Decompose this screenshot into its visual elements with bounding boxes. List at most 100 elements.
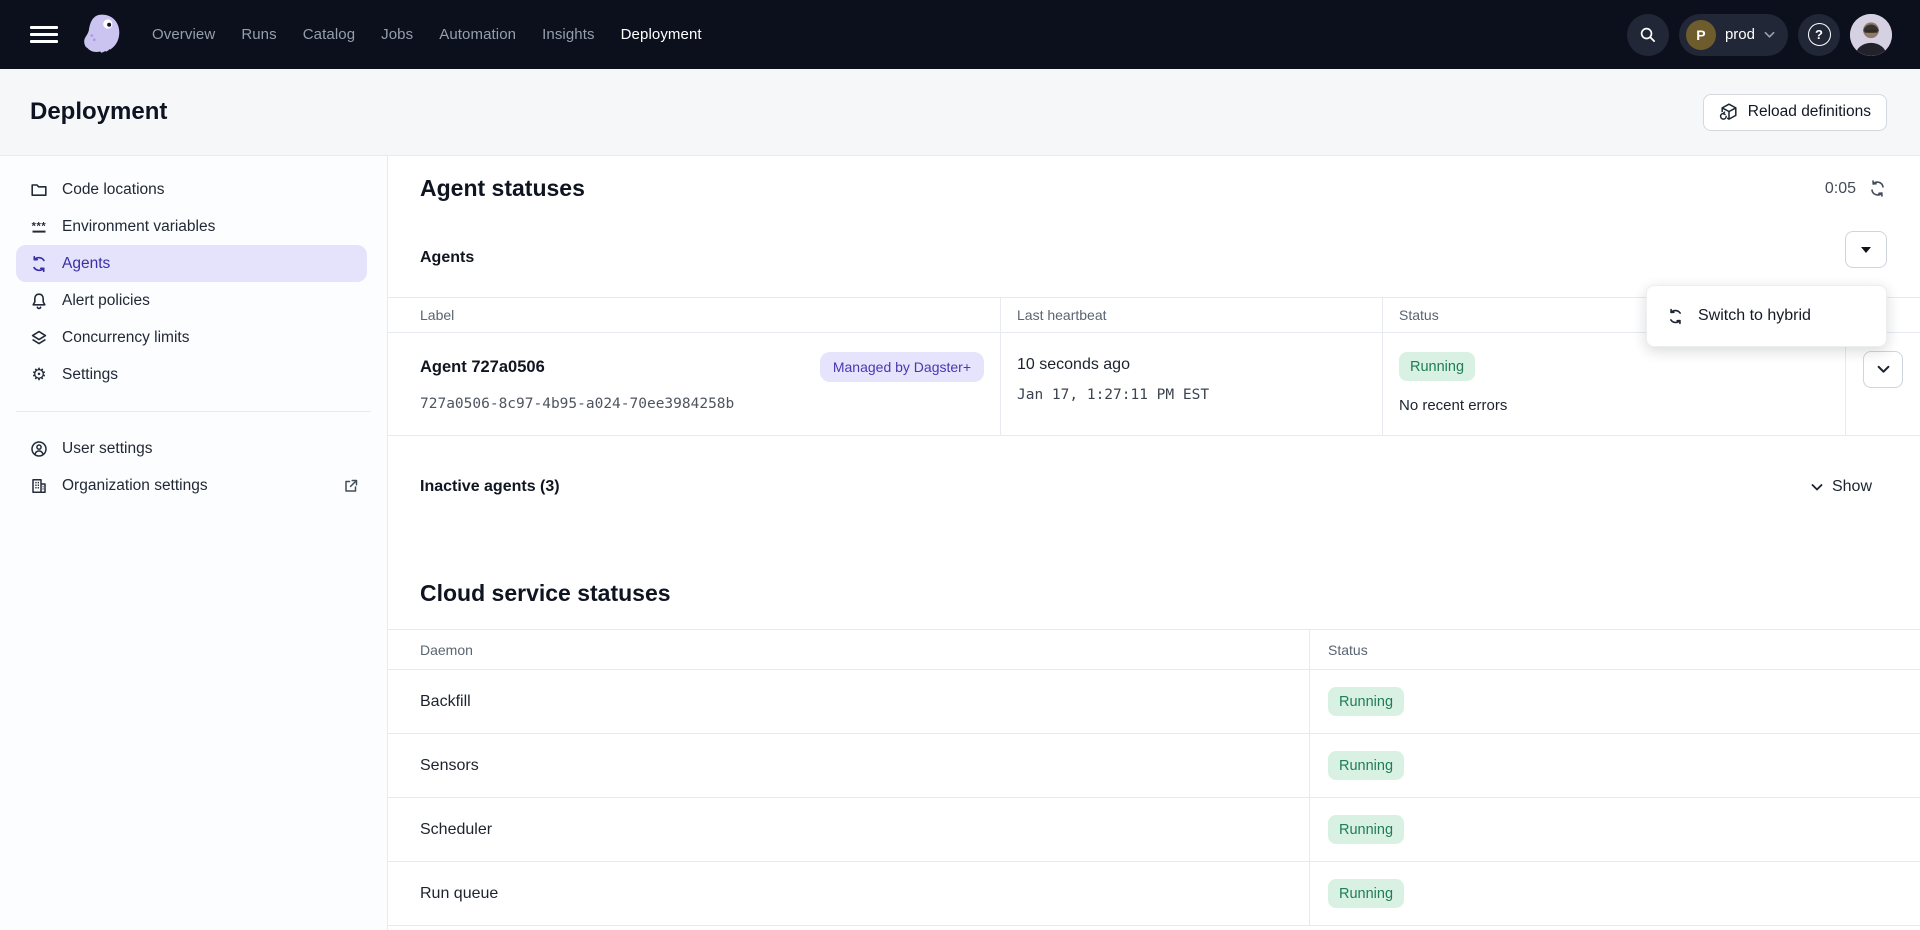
refresh-icon[interactable] xyxy=(1868,179,1887,198)
agent-sync-icon xyxy=(1667,308,1684,325)
agent-heartbeat-cell: 10 seconds ago Jan 17, 1:27:11 PM EST xyxy=(1000,333,1382,435)
external-link-icon xyxy=(343,478,359,494)
deployment-avatar: P xyxy=(1686,20,1716,50)
daemon-name: Sensors xyxy=(388,734,1309,797)
sidebar-divider xyxy=(16,411,371,412)
agent-id: 727a0506-8c97-4b95-a024-70ee3984258b xyxy=(420,396,984,412)
nav-item-insights[interactable]: Insights xyxy=(542,26,595,43)
chevron-down-icon xyxy=(1764,31,1775,39)
column-header-last-heartbeat: Last heartbeat xyxy=(1000,298,1382,332)
deployment-switcher[interactable]: P prod xyxy=(1679,14,1788,56)
agent-name: Agent 727a0506 xyxy=(420,358,545,377)
status-badge: Running xyxy=(1328,879,1404,908)
managed-badge: Managed by Dagster+ xyxy=(820,352,984,382)
chevron-down-icon xyxy=(1811,483,1823,492)
nav-item-automation[interactable]: Automation xyxy=(439,26,516,43)
agent-sync-icon xyxy=(30,255,48,273)
inactive-agents-row: Inactive agents (3) Show xyxy=(420,478,1872,496)
sidebar-item-label: User settings xyxy=(62,440,152,458)
folder-icon xyxy=(30,181,48,199)
agents-menu-button[interactable] xyxy=(1845,231,1887,268)
deployment-name: prod xyxy=(1725,26,1755,43)
user-circle-icon xyxy=(30,440,48,458)
nav-item-overview[interactable]: Overview xyxy=(152,26,215,43)
reload-definitions-label: Reload definitions xyxy=(1748,103,1871,121)
avatar-image xyxy=(1850,14,1892,56)
agent-statuses-title: Agent statuses xyxy=(420,175,585,202)
agent-label-cell: Agent 727a0506 Managed by Dagster+ 727a0… xyxy=(388,333,1000,435)
sidebar-item-label: Organization settings xyxy=(62,477,208,495)
show-label: Show xyxy=(1832,478,1872,496)
agent-actions-cell xyxy=(1845,333,1920,435)
status-badge: Running xyxy=(1328,751,1404,780)
page-header: Deployment Reload definitions xyxy=(0,69,1920,156)
heartbeat-timestamp: Jan 17, 1:27:11 PM EST xyxy=(1017,387,1366,403)
nav-right-cluster: P prod ? xyxy=(1627,14,1892,56)
gear-icon: ⚙ xyxy=(30,366,48,384)
status-badge: Running xyxy=(1399,352,1475,381)
sidebar-item-code-locations[interactable]: Code locations xyxy=(0,171,387,208)
cloud-services-table: Daemon Status Backfill Running Sensors R… xyxy=(388,629,1920,926)
layers-icon xyxy=(30,329,48,347)
chevron-down-icon xyxy=(1877,365,1890,374)
svg-text:***: *** xyxy=(32,220,47,232)
sidebar-item-concurrency-limits[interactable]: Concurrency limits xyxy=(0,319,387,356)
column-header-daemon: Daemon xyxy=(388,630,1309,669)
daemon-row-sensors: Sensors Running xyxy=(388,734,1920,798)
building-icon xyxy=(30,477,48,495)
menu-icon[interactable] xyxy=(30,26,58,43)
sidebar-item-user-settings[interactable]: User settings xyxy=(0,430,387,467)
sidebar-item-label: Concurrency limits xyxy=(62,329,189,347)
reload-definitions-button[interactable]: Reload definitions xyxy=(1703,94,1887,131)
env-vars-icon: *** xyxy=(30,218,48,236)
caret-down-icon xyxy=(1861,247,1871,253)
sidebar-item-settings[interactable]: ⚙ Settings xyxy=(0,356,387,393)
daemon-row-scheduler: Scheduler Running xyxy=(388,798,1920,862)
top-nav: Overview Runs Catalog Jobs Automation In… xyxy=(0,0,1920,69)
cloud-service-statuses-title: Cloud service statuses xyxy=(420,580,671,607)
daemon-row-run-queue: Run queue Running xyxy=(388,862,1920,926)
agent-row-menu-button[interactable] xyxy=(1863,351,1903,388)
status-badge: Running xyxy=(1328,687,1404,716)
status-badge: Running xyxy=(1328,815,1404,844)
bell-icon xyxy=(30,292,48,310)
refresh-countdown: 0:05 xyxy=(1825,180,1856,198)
help-icon: ? xyxy=(1808,23,1831,46)
agent-status-cell: Running No recent errors xyxy=(1382,333,1845,435)
nav-item-catalog[interactable]: Catalog xyxy=(303,26,355,43)
column-header-label: Label xyxy=(388,298,1000,332)
sidebar: Code locations *** Environment variables… xyxy=(0,156,388,930)
inactive-agents-heading: Inactive agents (3) xyxy=(420,478,560,496)
sidebar-item-alert-policies[interactable]: Alert policies xyxy=(0,282,387,319)
refresh-status: 0:05 xyxy=(1825,179,1887,198)
sidebar-item-label: Agents xyxy=(62,255,110,273)
show-inactive-toggle[interactable]: Show xyxy=(1811,478,1872,496)
sidebar-item-environment-variables[interactable]: *** Environment variables xyxy=(0,208,387,245)
heartbeat-relative: 10 seconds ago xyxy=(1001,333,1382,374)
menu-item-label: Switch to hybrid xyxy=(1698,307,1811,325)
nav-links: Overview Runs Catalog Jobs Automation In… xyxy=(152,26,702,43)
dagster-logo[interactable] xyxy=(78,12,124,58)
sidebar-item-label: Environment variables xyxy=(62,218,215,236)
cloud-table-header: Daemon Status xyxy=(388,629,1920,670)
nav-item-jobs[interactable]: Jobs xyxy=(381,26,413,43)
status-detail: No recent errors xyxy=(1399,397,1507,414)
agents-dropdown-menu: Switch to hybrid xyxy=(1646,285,1887,347)
search-icon xyxy=(1638,25,1657,44)
sidebar-item-agents[interactable]: Agents xyxy=(16,245,367,282)
sidebar-item-label: Settings xyxy=(62,366,118,384)
agents-heading: Agents xyxy=(420,249,474,267)
daemon-name: Scheduler xyxy=(388,798,1309,861)
main-content: Agent statuses 0:05 Agents Label Last he… xyxy=(388,156,1920,930)
agent-row: Agent 727a0506 Managed by Dagster+ 727a0… xyxy=(388,333,1920,436)
search-button[interactable] xyxy=(1627,14,1669,56)
page-title: Deployment xyxy=(30,98,167,126)
sidebar-item-organization-settings[interactable]: Organization settings xyxy=(0,467,387,504)
nav-item-runs[interactable]: Runs xyxy=(241,26,276,43)
sidebar-item-label: Alert policies xyxy=(62,292,150,310)
daemon-row-backfill: Backfill Running xyxy=(388,670,1920,734)
menu-item-switch-to-hybrid[interactable]: Switch to hybrid xyxy=(1647,293,1886,339)
help-button[interactable]: ? xyxy=(1798,14,1840,56)
nav-item-deployment[interactable]: Deployment xyxy=(621,26,702,43)
user-avatar[interactable] xyxy=(1850,14,1892,56)
